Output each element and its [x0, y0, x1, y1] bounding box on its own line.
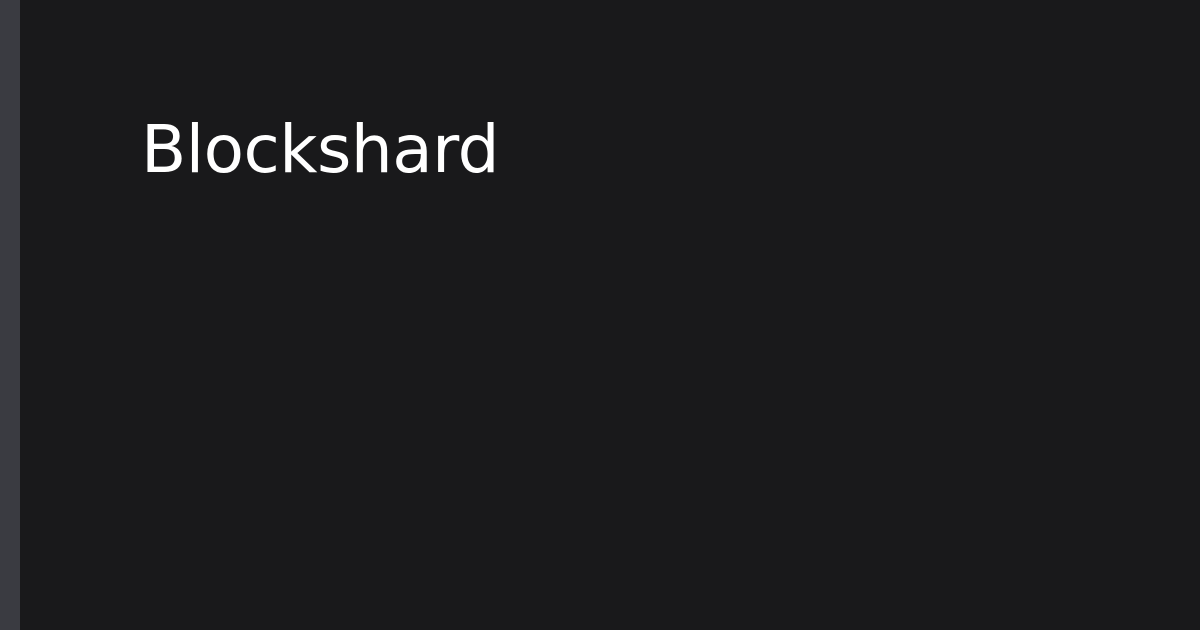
- page-title: Blockshard: [141, 111, 500, 188]
- left-accent-bar: [0, 0, 20, 630]
- card-content: Blockshard: [20, 0, 1200, 630]
